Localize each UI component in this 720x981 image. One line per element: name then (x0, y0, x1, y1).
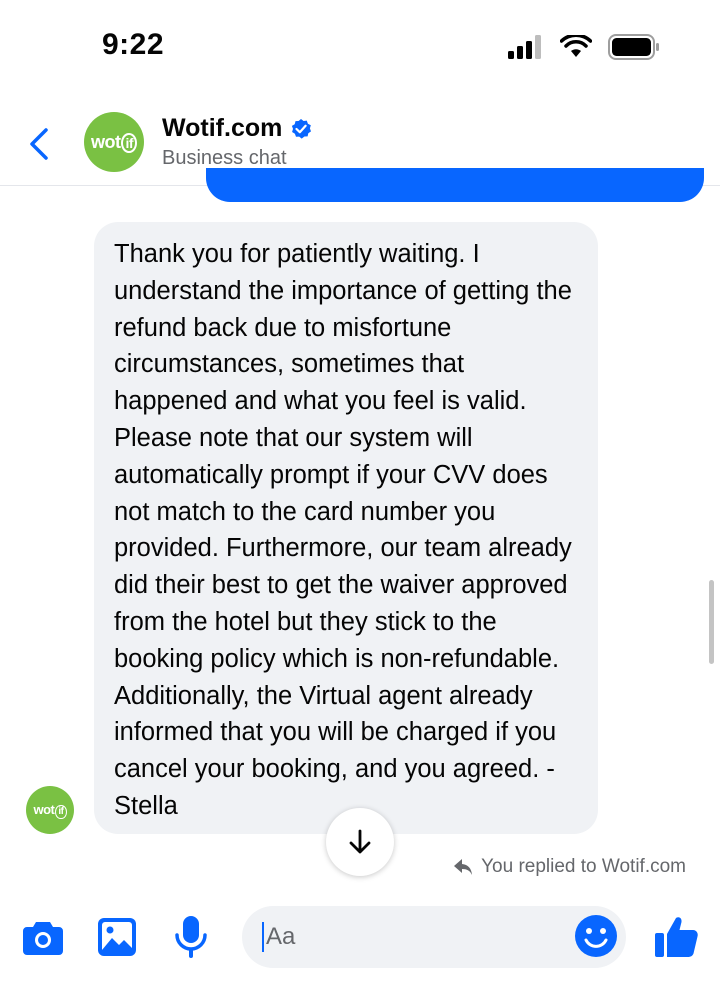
cellular-signal-icon (508, 35, 541, 59)
business-name[interactable]: Wotif.com (162, 114, 312, 143)
status-time: 9:22 (102, 28, 165, 61)
chat-screen: 9:22 wot if Wotif.com Business chat Than… (0, 0, 720, 981)
wotif-logo: wot if (91, 132, 138, 153)
scrollbar[interactable] (709, 580, 714, 664)
camera-icon (23, 922, 63, 955)
image-gallery-icon (98, 918, 136, 956)
message-input-placeholder: Aa (266, 923, 296, 950)
microphone-icon (175, 916, 207, 958)
received-message-bubble[interactable]: Thank you for patiently waiting. I under… (94, 222, 598, 834)
business-avatar[interactable]: wot if (84, 112, 144, 172)
thumbs-up-icon (655, 917, 698, 957)
reply-note-text: You replied to Wotif.com (481, 856, 686, 877)
sent-message-bubble[interactable] (206, 168, 704, 202)
message-input[interactable]: Aa (242, 906, 626, 968)
wotif-logo-small: wot if (34, 802, 67, 819)
battery-icon (608, 34, 659, 60)
emoji-button[interactable] (574, 914, 618, 958)
arrow-down-icon (349, 829, 371, 854)
gallery-button[interactable] (94, 914, 140, 960)
scroll-to-bottom-button[interactable] (326, 808, 394, 876)
wifi-icon (560, 35, 592, 57)
back-button[interactable] (24, 124, 56, 164)
text-caret (262, 922, 264, 952)
message-text: Thank you for patiently waiting. I under… (114, 240, 572, 820)
emoji-icon (575, 915, 617, 957)
back-chevron-icon (30, 128, 48, 160)
verified-badge-icon (292, 118, 312, 139)
camera-button[interactable] (20, 914, 66, 960)
voice-button[interactable] (168, 914, 214, 960)
reply-arrow-icon (454, 859, 473, 875)
business-subtitle: Business chat (162, 147, 287, 169)
status-icons (508, 34, 660, 60)
reply-note: You replied to Wotif.com (453, 856, 686, 878)
like-button[interactable] (652, 912, 700, 960)
sender-avatar[interactable]: wot if (26, 786, 74, 834)
